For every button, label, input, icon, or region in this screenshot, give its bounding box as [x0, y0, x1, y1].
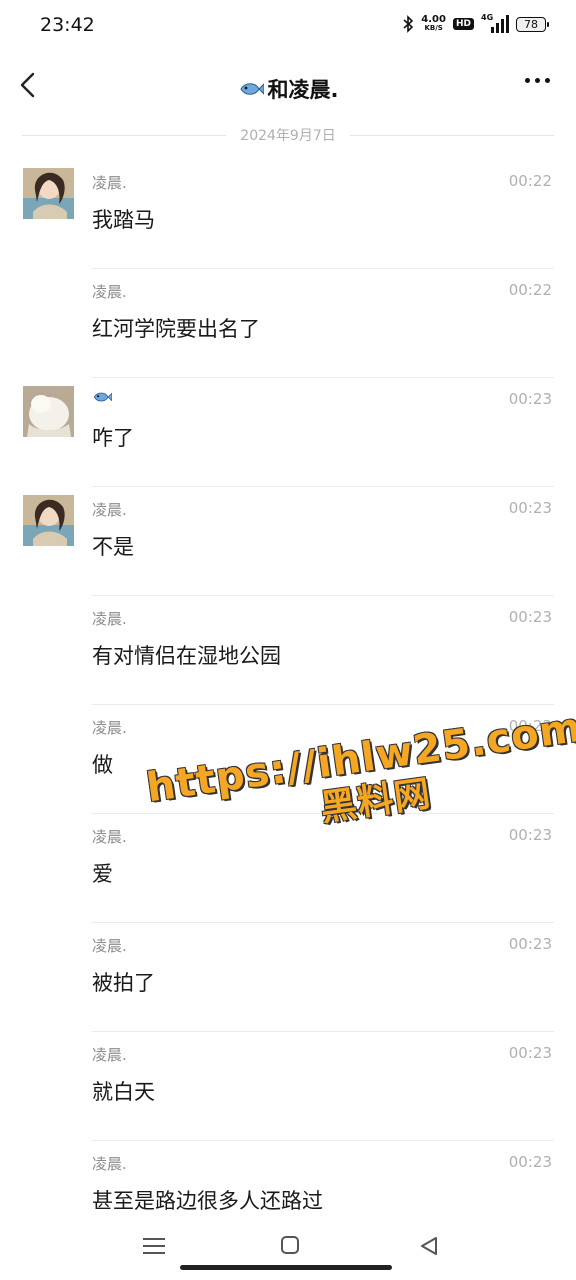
message-text: 就白天	[92, 1080, 155, 1104]
system-nav-bar	[0, 1224, 576, 1280]
net-speed-value: 4.00	[421, 14, 446, 25]
message-text: 我踏马	[92, 208, 155, 232]
white-cat-avatar[interactable]	[23, 386, 74, 437]
hd-badge: HD	[452, 18, 474, 30]
sender-name	[92, 390, 113, 408]
sender-name: 凌晨.	[92, 719, 127, 737]
message-time: 00:23	[508, 390, 552, 408]
message-time: 00:23	[508, 499, 552, 517]
status-icons: 4.00 KB/S HD 4G 78	[402, 13, 549, 33]
message-time: 00:23	[508, 1044, 552, 1062]
status-time: 23:42	[40, 14, 95, 36]
message-text: 甚至是路边很多人还路过	[92, 1189, 323, 1213]
fish-icon	[239, 83, 264, 95]
message-text: 有对情侣在湿地公园	[92, 644, 281, 668]
message-time: 00:23	[508, 1153, 552, 1171]
home-icon[interactable]	[281, 1236, 299, 1254]
net-speed-unit: KB/S	[424, 24, 443, 32]
more-options-button[interactable]	[525, 78, 550, 83]
message-item[interactable]: 凌晨. 00:22 红河学院要出名了	[0, 269, 576, 378]
more-dots-icon	[525, 78, 530, 83]
message-text: 做	[92, 753, 113, 777]
bluetooth-icon	[403, 15, 414, 33]
message-time: 00:23	[508, 608, 552, 626]
signal-label: 4G	[481, 13, 494, 22]
message-item[interactable]: 00:23 咋了	[0, 378, 576, 487]
sender-name: 凌晨.	[92, 1155, 127, 1173]
sender-name: 凌晨.	[92, 610, 127, 628]
fish-icon	[93, 392, 113, 402]
message-item[interactable]: 凌晨. 00:23 有对情侣在湿地公园	[0, 596, 576, 705]
message-text: 爱	[92, 862, 113, 886]
message-text: 红河学院要出名了	[92, 317, 260, 341]
message-time: 00:23	[508, 717, 552, 735]
message-item[interactable]: 凌晨. 00:23 不是	[0, 487, 576, 596]
menu-icon[interactable]	[143, 1238, 165, 1256]
anime-girl-avatar[interactable]	[23, 168, 74, 219]
message-text: 咋了	[92, 426, 134, 450]
message-item[interactable]: 凌晨. 00:22 我踏马	[0, 160, 576, 269]
signal-icon: 4G	[481, 13, 509, 33]
chat-header: 和凌晨.	[0, 60, 576, 112]
message-item[interactable]: 凌晨. 00:23 被拍了	[0, 923, 576, 1032]
message-time: 00:23	[508, 935, 552, 953]
message-text: 被拍了	[92, 971, 155, 995]
message-item[interactable]: 凌晨. 00:23 做	[0, 705, 576, 814]
message-item[interactable]: 凌晨. 00:23 爱	[0, 814, 576, 923]
net-speed: 4.00 KB/S	[421, 15, 446, 33]
sender-name: 凌晨.	[92, 174, 127, 192]
message-item[interactable]: 凌晨. 00:23 就白天	[0, 1032, 576, 1141]
sender-name: 凌晨.	[92, 1046, 127, 1064]
chat-title-text: 和凌晨.	[267, 78, 339, 102]
message-text: 不是	[92, 535, 134, 559]
message-time: 00:22	[508, 172, 552, 190]
date-divider: 2024年9月7日	[22, 124, 555, 146]
home-indicator[interactable]	[180, 1265, 392, 1270]
anime-girl-avatar[interactable]	[23, 495, 74, 546]
message-time: 00:23	[508, 826, 552, 844]
sender-name: 凌晨.	[92, 828, 127, 846]
sender-name: 凌晨.	[92, 283, 127, 301]
back-triangle-icon[interactable]	[418, 1235, 440, 1257]
message-time: 00:22	[508, 281, 552, 299]
sender-name: 凌晨.	[92, 501, 127, 519]
battery-level: 78	[524, 17, 538, 31]
chat-title: 和凌晨.	[0, 74, 576, 104]
battery-icon: 78	[516, 16, 549, 32]
sender-name: 凌晨.	[92, 937, 127, 955]
date-label: 2024年9月7日	[240, 128, 336, 144]
status-bar: 23:42 4.00 KB/S HD 4G 78	[0, 0, 576, 52]
